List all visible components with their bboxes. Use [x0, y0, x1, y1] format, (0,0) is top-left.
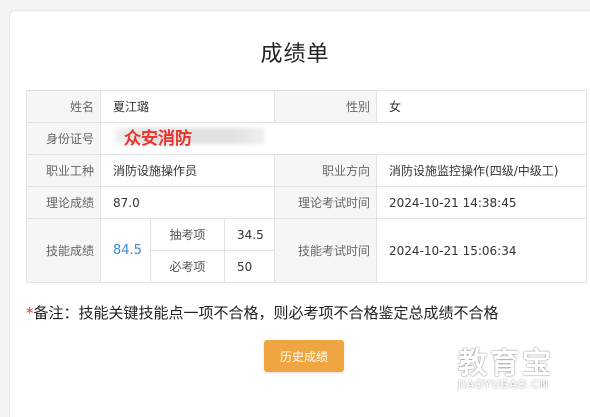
skill-time-label: 技能考试时间: [274, 218, 378, 283]
gender-label: 性别: [274, 90, 378, 123]
table-row: 理论成绩 87.0 理论考试时间 2024-10-21 14:38:45: [26, 186, 588, 219]
required-item-label: 必考项: [150, 250, 225, 283]
theory-time-value: 2024-10-21 14:38:45: [376, 186, 588, 219]
theory-score-label: 理论成绩: [26, 186, 101, 219]
gender-value: 女: [376, 90, 588, 123]
skill-score-value[interactable]: 84.5: [100, 218, 151, 283]
occupation-label: 职业工种: [26, 154, 101, 187]
occupation-value: 消防设施操作员: [99, 154, 276, 187]
table-row: 姓名 夏江璐 性别 女: [26, 90, 588, 123]
sample-item-value: 34.5: [223, 218, 276, 251]
sample-item-label: 抽考项: [150, 218, 225, 251]
page-title: 成绩单: [260, 42, 330, 67]
id-label: 身份证号: [26, 122, 101, 155]
name-value: 夏江璐: [99, 90, 276, 123]
theory-time-label: 理论考试时间: [274, 186, 378, 219]
site-watermark-logo: 教育宝 JIAOYUBAO.CN: [452, 340, 586, 394]
required-item-value: 50: [223, 250, 276, 283]
id-overlay-watermark: 众安消防: [124, 129, 192, 149]
watermark-main-text: 教育宝: [458, 346, 555, 380]
score-table: 姓名 夏江璐 性别 女 身份证号 职业工种 消防设施操作员 职业方向 消防设施监…: [26, 90, 588, 283]
history-scores-button[interactable]: 历史成绩: [264, 340, 344, 372]
theory-score-value: 87.0: [99, 186, 276, 219]
table-row: 技能成绩 84.5 抽考项 34.5 技能考试时间 2024-10-21 15:…: [26, 218, 588, 283]
direction-label: 职业方向: [274, 154, 378, 187]
table-row: 身份证号: [26, 122, 588, 155]
skill-score-label: 技能成绩: [26, 218, 101, 283]
watermark-sub-text: JIAOYUBAO.CN: [458, 378, 550, 391]
table-row: 职业工种 消防设施操作员 职业方向 消防设施监控操作(四级/中级工): [26, 154, 588, 187]
remark-note: *备注：技能关键技能点一项不合格，则必考项不合格鉴定总成绩不合格: [26, 302, 499, 323]
required-star: *: [26, 304, 34, 322]
direction-value: 消防设施监控操作(四级/中级工): [376, 154, 588, 187]
remark-text: 备注：技能关键技能点一项不合格，则必考项不合格鉴定总成绩不合格: [33, 304, 499, 322]
skill-time-value: 2024-10-21 15:06:34: [376, 218, 588, 283]
name-label: 姓名: [26, 90, 101, 123]
